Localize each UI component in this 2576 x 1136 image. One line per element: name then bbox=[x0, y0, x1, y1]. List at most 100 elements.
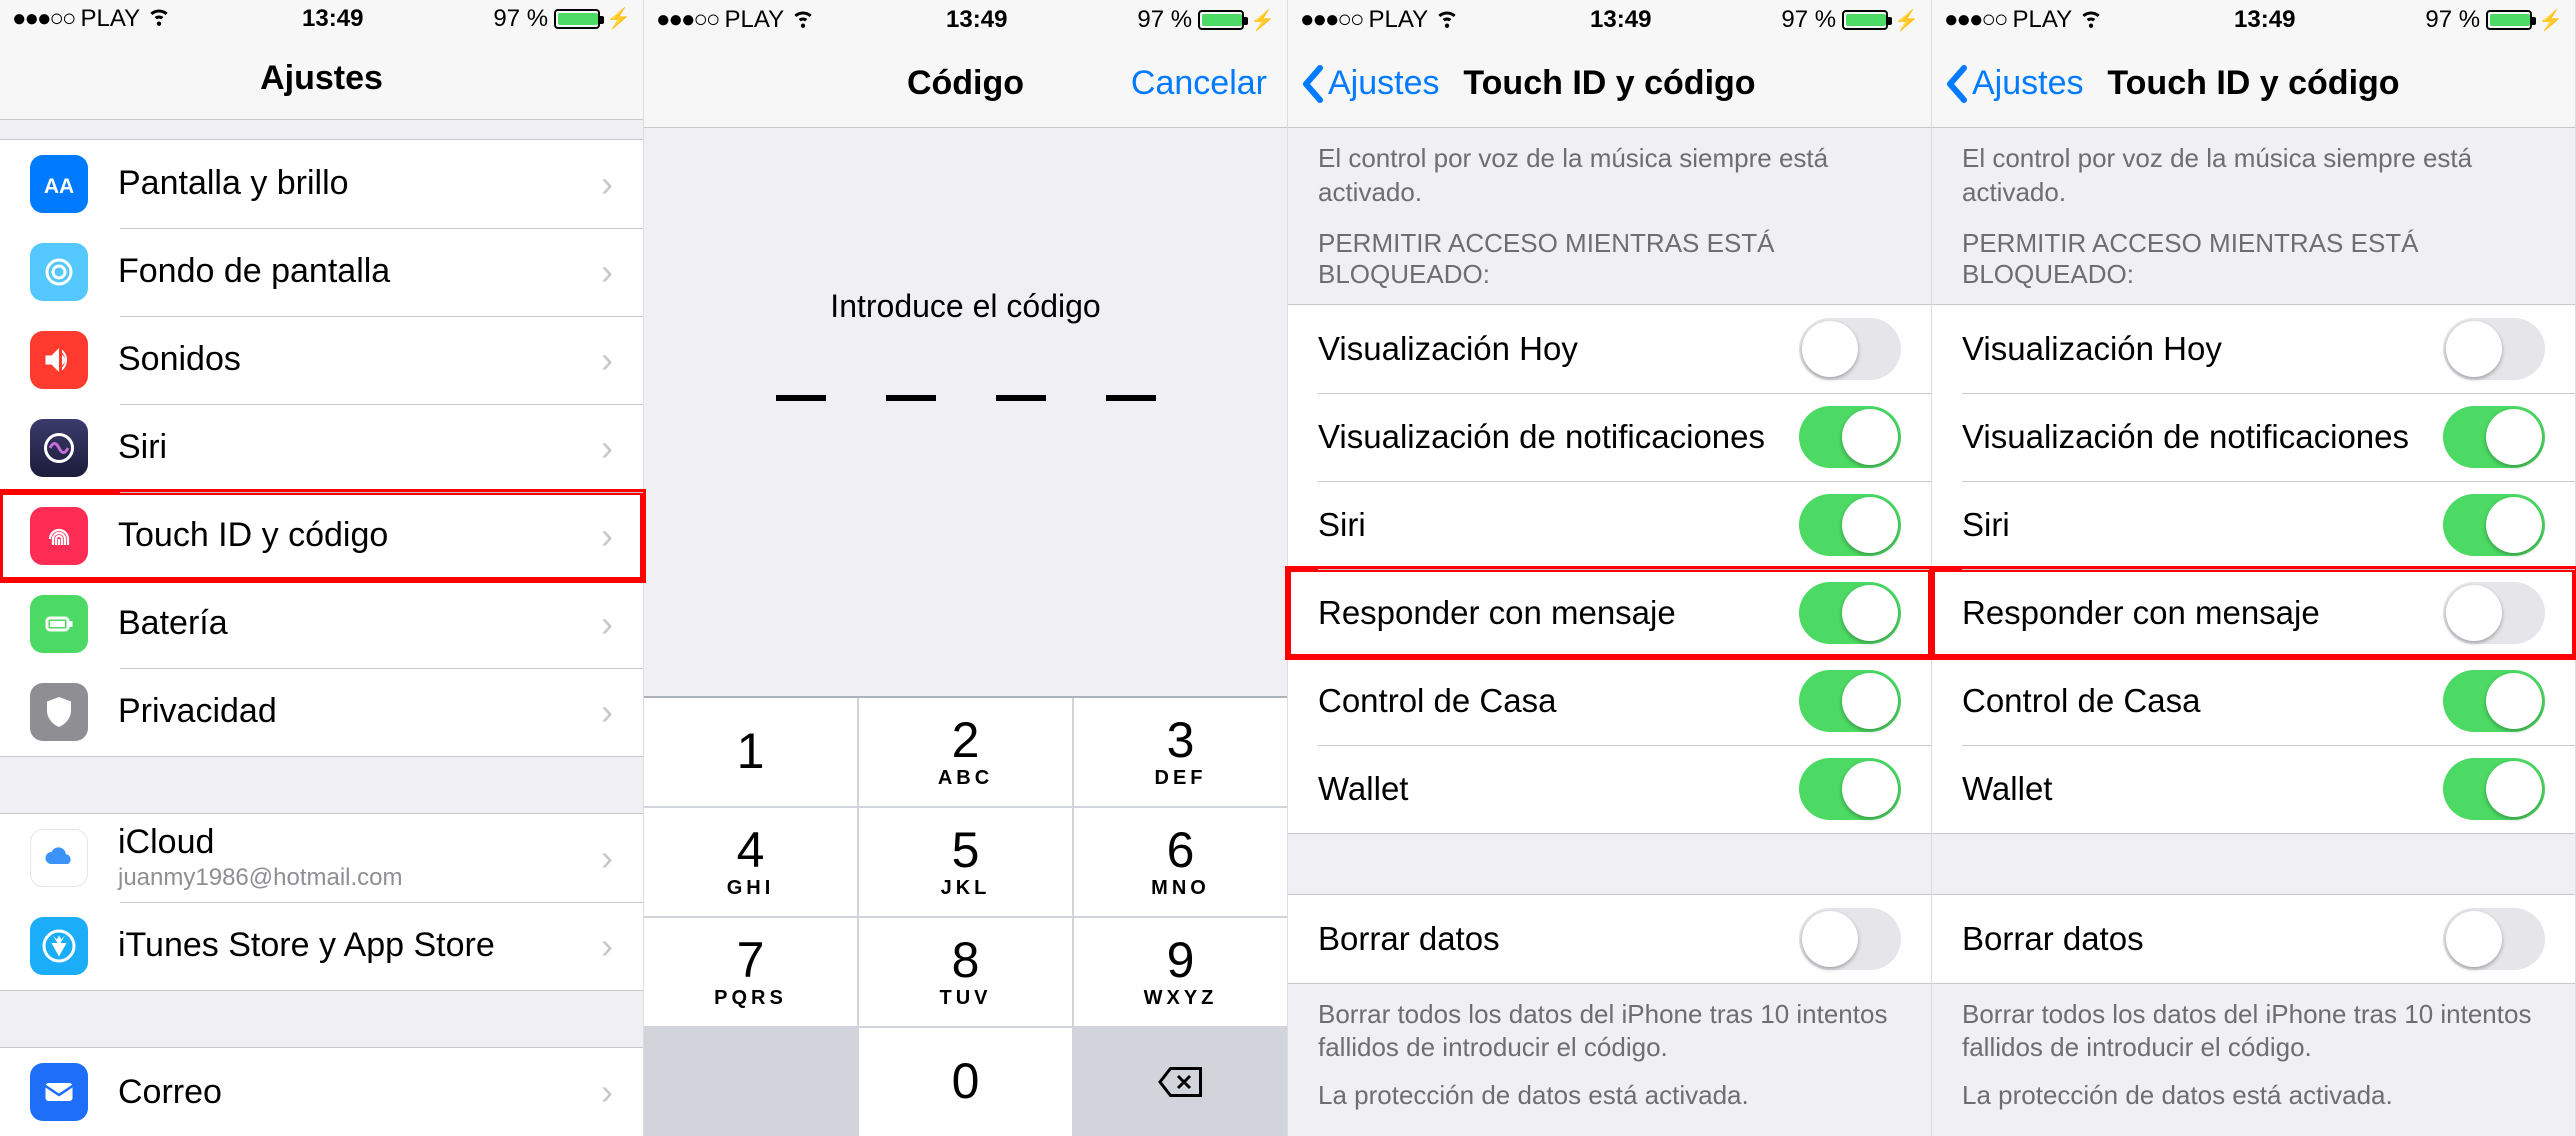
screen-touchid-3: ●●●○○ PLAY 13:49 97 % ⚡ Ajustes Touch ID… bbox=[1288, 0, 1932, 1136]
toggle-switch[interactable] bbox=[2443, 494, 2545, 556]
keypad-key-6[interactable]: 6 MNO bbox=[1074, 808, 1287, 916]
keypad-key-9[interactable]: 9 WXYZ bbox=[1074, 918, 1287, 1026]
wifi-icon bbox=[2078, 4, 2104, 37]
svg-text:AA: AA bbox=[44, 175, 74, 198]
charging-icon: ⚡ bbox=[1250, 8, 1275, 33]
toggle-switch[interactable] bbox=[1799, 318, 1901, 380]
status-bar: ●●●○○ PLAY 13:49 97 % ⚡ bbox=[1932, 0, 2575, 40]
back-button[interactable]: Ajustes bbox=[1944, 64, 2084, 104]
status-time: 13:49 bbox=[1590, 6, 1651, 34]
page-title: Touch ID y código bbox=[2107, 64, 2399, 103]
list-item-label: Privacidad bbox=[118, 692, 601, 731]
toggle-label: Visualización Hoy bbox=[1318, 330, 1578, 368]
touchid-icon bbox=[30, 507, 88, 565]
back-button[interactable]: Ajustes bbox=[1300, 64, 1440, 104]
battery-icon bbox=[554, 9, 600, 29]
keypad-delete-button[interactable] bbox=[1074, 1028, 1287, 1136]
list-item[interactable]: iCloudjuanmy1986@hotmail.com › bbox=[0, 814, 643, 902]
list-item[interactable]: Touch ID y código › bbox=[0, 492, 643, 580]
list-item[interactable]: Sonidos › bbox=[0, 316, 643, 404]
toggle-switch[interactable] bbox=[2443, 670, 2545, 732]
list-item[interactable]: Batería › bbox=[0, 580, 643, 668]
list-item-label: Sonidos bbox=[118, 340, 601, 379]
toggle-label: Borrar datos bbox=[1318, 920, 1500, 958]
toggle-switch[interactable] bbox=[2443, 758, 2545, 820]
keypad-key-1[interactable]: 1 bbox=[644, 698, 857, 806]
settings-group-3: Correo › bbox=[0, 1047, 643, 1136]
toggle-row: Control de Casa bbox=[1288, 657, 1931, 745]
signal-dots-icon: ●●●○○ bbox=[12, 5, 74, 33]
settings-group-1: AA Pantalla y brillo › Fondo de pantalla… bbox=[0, 139, 643, 757]
status-bar: ●●●○○ PLAY 13:49 97 % ⚡ bbox=[0, 0, 643, 37]
list-item[interactable]: iTunes Store y App Store › bbox=[0, 902, 643, 990]
page-title: Código bbox=[907, 64, 1024, 103]
toggle-row: Visualización Hoy bbox=[1932, 305, 2575, 393]
carrier-label: PLAY bbox=[2012, 6, 2072, 34]
toggle-label: Control de Casa bbox=[1318, 682, 1556, 720]
toggle-switch[interactable] bbox=[1799, 908, 1901, 970]
section-note: La protección de datos está activada. bbox=[1932, 1075, 2575, 1123]
toggle-switch[interactable] bbox=[2443, 318, 2545, 380]
nav-bar: Código Cancelar bbox=[644, 40, 1287, 128]
battery-icon bbox=[2486, 10, 2532, 30]
battery-icon bbox=[30, 595, 88, 653]
keypad-key-5[interactable]: 5 JKL bbox=[859, 808, 1072, 916]
siri-icon bbox=[30, 419, 88, 477]
toggle-row: Responder con mensaje bbox=[1288, 569, 1931, 657]
toggle-switch[interactable] bbox=[2443, 406, 2545, 468]
wifi-icon bbox=[146, 2, 172, 35]
list-item[interactable]: Correo › bbox=[0, 1048, 643, 1136]
chevron-right-icon: › bbox=[601, 515, 613, 557]
wifi-icon bbox=[790, 4, 816, 37]
list-item-label: iCloud bbox=[118, 823, 601, 862]
toggle-switch[interactable] bbox=[1799, 582, 1901, 644]
nav-bar: Ajustes bbox=[0, 37, 643, 119]
keypad-key-4[interactable]: 4 GHI bbox=[644, 808, 857, 916]
list-item[interactable]: Privacidad › bbox=[0, 668, 643, 756]
back-label: Ajustes bbox=[1328, 64, 1440, 103]
toggle-label: Responder con mensaje bbox=[1962, 594, 2320, 632]
status-time: 13:49 bbox=[302, 5, 363, 33]
charging-icon: ⚡ bbox=[1894, 8, 1919, 33]
battery-percent: 97 % bbox=[1781, 6, 1836, 34]
toggle-row: Borrar datos bbox=[1288, 895, 1931, 983]
list-item[interactable]: AA Pantalla y brillo › bbox=[0, 140, 643, 228]
signal-dots-icon: ●●●○○ bbox=[1300, 6, 1362, 34]
page-title: Ajustes bbox=[260, 59, 383, 98]
keypad-key-0[interactable]: 0 bbox=[859, 1028, 1072, 1136]
toggle-row: Visualización de notificaciones bbox=[1932, 393, 2575, 481]
passcode-entry: Introduce el código bbox=[644, 128, 1287, 696]
charging-icon: ⚡ bbox=[606, 6, 631, 31]
carrier-label: PLAY bbox=[80, 5, 140, 33]
cancel-button[interactable]: Cancelar bbox=[1131, 64, 1267, 103]
toggle-label: Visualización de notificaciones bbox=[1962, 418, 2409, 456]
chevron-right-icon: › bbox=[601, 339, 613, 381]
list-item[interactable]: Fondo de pantalla › bbox=[0, 228, 643, 316]
keypad-key-8[interactable]: 8 TUV bbox=[859, 918, 1072, 1026]
status-bar: ●●●○○ PLAY 13:49 97 % ⚡ bbox=[644, 0, 1287, 40]
chevron-right-icon: › bbox=[601, 163, 613, 205]
toggle-row: Responder con mensaje bbox=[1932, 569, 2575, 657]
toggle-switch[interactable] bbox=[2443, 908, 2545, 970]
section-note: Borrar todos los datos del iPhone tras 1… bbox=[1932, 984, 2575, 1076]
toggle-label: Visualización de notificaciones bbox=[1318, 418, 1765, 456]
toggle-switch[interactable] bbox=[1799, 758, 1901, 820]
nav-bar: Ajustes Touch ID y código bbox=[1932, 40, 2575, 128]
list-item[interactable]: Siri › bbox=[0, 404, 643, 492]
section-note: Borrar todos los datos del iPhone tras 1… bbox=[1288, 984, 1931, 1076]
toggle-group: Visualización Hoy Visualización de notif… bbox=[1932, 304, 2575, 834]
keypad-key-2[interactable]: 2 ABC bbox=[859, 698, 1072, 806]
toggle-switch[interactable] bbox=[1799, 670, 1901, 732]
toggle-label: Siri bbox=[1962, 506, 2010, 544]
screen-passcode: ●●●○○ PLAY 13:49 97 % ⚡ Código Cancelar … bbox=[644, 0, 1288, 1136]
settings-group-2: iCloudjuanmy1986@hotmail.com › iTunes St… bbox=[0, 813, 643, 991]
wifi-icon bbox=[1434, 4, 1460, 37]
page-title: Touch ID y código bbox=[1463, 64, 1755, 103]
keypad-key-7[interactable]: 7 PQRS bbox=[644, 918, 857, 1026]
signal-dots-icon: ●●●○○ bbox=[656, 6, 718, 34]
keypad-key-3[interactable]: 3 DEF bbox=[1074, 698, 1287, 806]
toggle-switch[interactable] bbox=[1799, 494, 1901, 556]
toggle-switch[interactable] bbox=[1799, 406, 1901, 468]
mail-icon bbox=[30, 1063, 88, 1121]
toggle-switch[interactable] bbox=[2443, 582, 2545, 644]
